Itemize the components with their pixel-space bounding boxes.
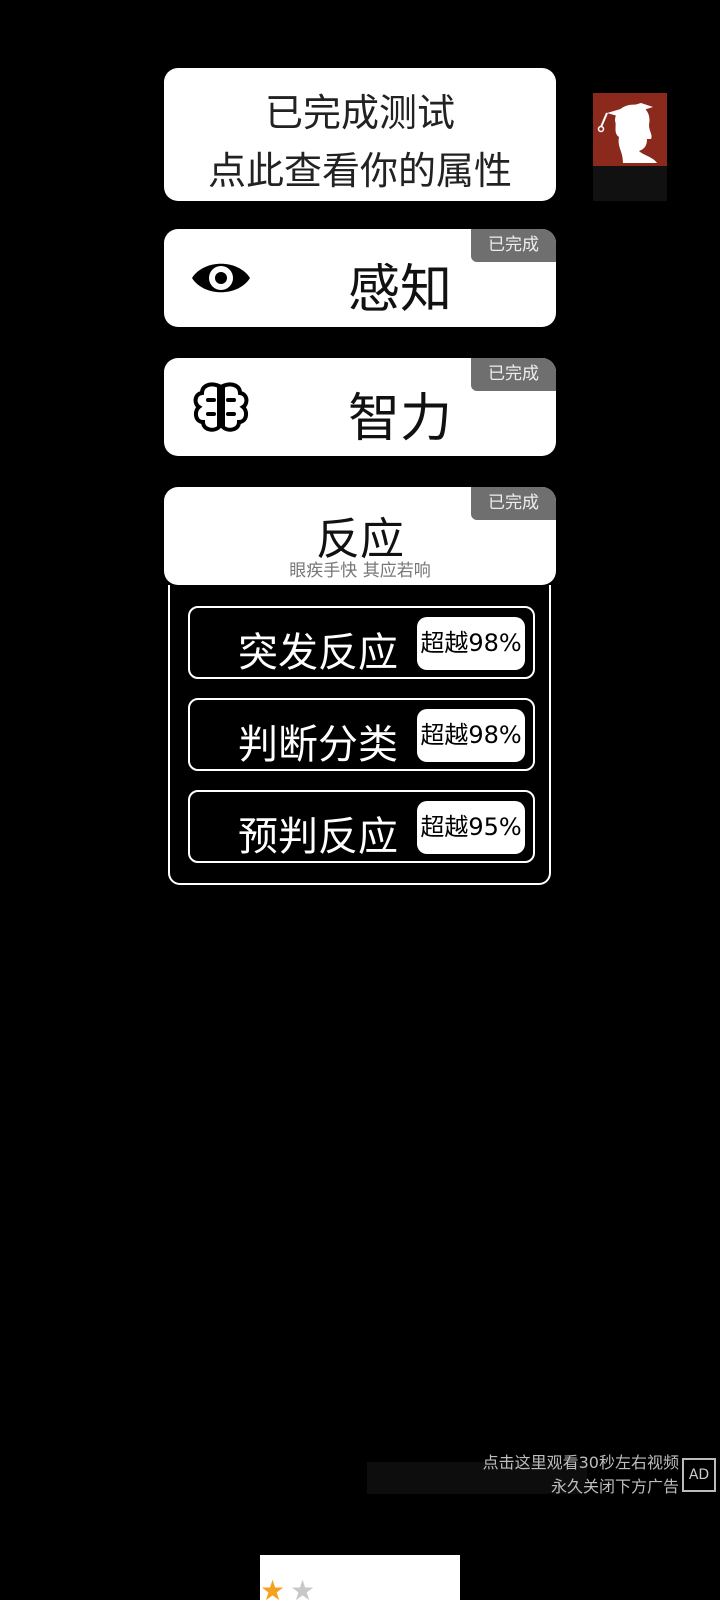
reaction-details-panel: 突发反应 超越98% 判断分类 超越98% 预判反应 超越95% [168,585,551,885]
ad-banner[interactable]: ★ ★ [260,1555,460,1600]
attribute-perception-card[interactable]: 感知 已完成 [164,229,556,327]
detail-label: 预判反应 [238,814,398,860]
attribute-reaction-card[interactable]: 反应 眼疾手快 其应若响 已完成 [164,487,556,585]
remove-ads-line1: 点击这里观看30秒左右视频 [482,1453,679,1472]
star-filled-icon: ★ [260,1574,286,1600]
score-badge: 超越95% [417,801,525,854]
test-complete-text: 已完成测试 [264,91,455,135]
avatar-image [593,93,667,166]
ad-icon-text: AD [688,1467,710,1483]
remove-ads-link[interactable]: 点击这里观看30秒左右视频 永久关闭下方广告 [483,1451,679,1499]
attribute-intelligence-card[interactable]: 智力 已完成 [164,358,556,456]
completed-badge: 已完成 [471,358,556,391]
score-badge: 超越98% [417,709,525,762]
attribute-subtitle: 眼疾手快 其应若响 [289,561,431,581]
graduate-silhouette-icon [597,103,657,163]
remove-ads-line2: 永久关闭下方广告 [550,1477,679,1496]
detail-row-sudden-reaction[interactable]: 突发反应 超越98% [188,606,535,679]
view-attributes-text: 点此查看你的属性 [207,149,512,193]
detail-row-classification[interactable]: 判断分类 超越98% [188,698,535,771]
score-badge: 超越98% [417,617,525,670]
view-attributes-card[interactable]: 已完成测试 点此查看你的属性 [164,68,556,201]
detail-row-anticipation[interactable]: 预判反应 超越95% [188,790,535,863]
completed-badge: 已完成 [471,229,556,262]
avatar[interactable] [593,93,667,201]
star-empty-icon: ★ [290,1574,316,1600]
completed-badge: 已完成 [471,487,556,520]
ad-off-icon[interactable]: AD [682,1458,716,1492]
detail-label: 判断分类 [238,722,398,768]
detail-label: 突发反应 [238,630,398,676]
